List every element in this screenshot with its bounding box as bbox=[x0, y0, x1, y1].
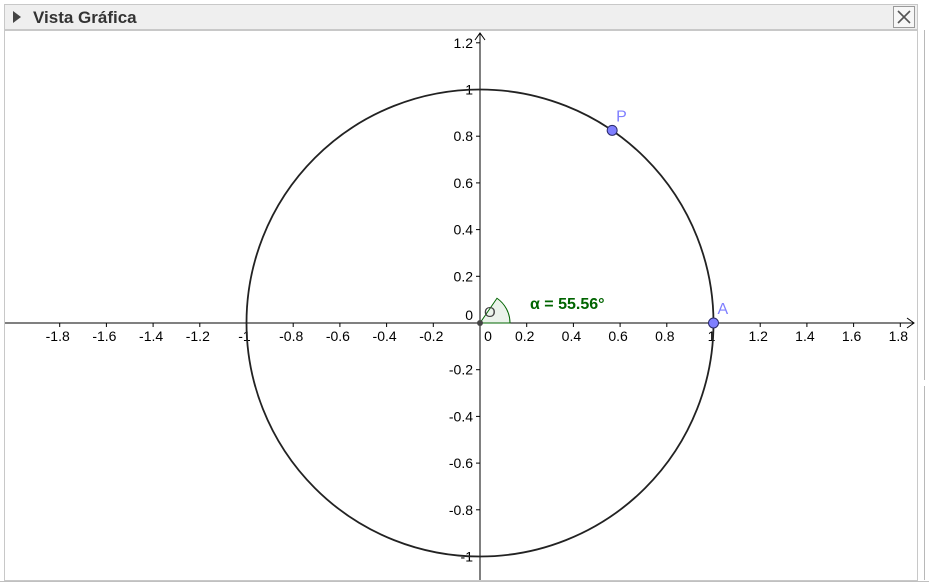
x-tick-label: -0.8 bbox=[279, 328, 303, 344]
x-tick-label: -1.6 bbox=[92, 328, 116, 344]
x-tick-label: -1.8 bbox=[46, 328, 70, 344]
y-tick-label: 1.2 bbox=[454, 35, 474, 51]
y-tick-label: -0.4 bbox=[449, 408, 473, 424]
x-tick-label: 0.2 bbox=[515, 328, 535, 344]
x-tick-label: 1.4 bbox=[795, 328, 815, 344]
bottom-border bbox=[0, 581, 929, 582]
close-icon bbox=[897, 10, 911, 24]
graphics-canvas[interactable]: -1.8 -1.6 -1.4 -1.2 -1 -0.8 -0.6 -0.4 -0.2 0 0.2 0.… bbox=[4, 30, 918, 581]
x-tick-label: -1.4 bbox=[139, 328, 163, 344]
y-tick-label: 0.8 bbox=[454, 128, 474, 144]
point-p[interactable] bbox=[606, 124, 618, 136]
y-tick-label: 0.2 bbox=[454, 268, 474, 284]
graphics-view-window: Vista Gráfica -1.8 -1.6 -1.4 -1.2 -1 -0.8 -0.6… bbox=[0, 0, 929, 585]
x-tick-label: 0.6 bbox=[608, 328, 628, 344]
y-tick-label: 0 bbox=[465, 307, 473, 323]
x-tick-label: 1.8 bbox=[889, 328, 909, 344]
view-title: Vista Gráfica bbox=[33, 8, 137, 27]
x-tick-label: 1 bbox=[708, 328, 716, 344]
x-tick-label: -1.2 bbox=[186, 328, 210, 344]
origin-point[interactable] bbox=[477, 320, 483, 326]
point-label-p: P bbox=[616, 108, 627, 125]
angle-label: α = 55.56° bbox=[530, 296, 605, 313]
x-tick-label: -1 bbox=[238, 328, 251, 344]
point-a[interactable] bbox=[708, 317, 719, 329]
collapse-arrow-icon[interactable] bbox=[13, 11, 21, 23]
splitter[interactable] bbox=[924, 30, 925, 380]
y-tick-label: -0.2 bbox=[449, 362, 473, 378]
point-label-a: A bbox=[718, 301, 729, 318]
y-tick-label: -0.8 bbox=[449, 502, 473, 518]
x-tick-label: -0.4 bbox=[373, 328, 397, 344]
origin-label: O bbox=[484, 304, 496, 321]
x-tick-label: 1.6 bbox=[842, 328, 862, 344]
splitter-lower[interactable] bbox=[924, 386, 925, 580]
y-tick-label: 0.4 bbox=[454, 222, 474, 238]
x-tick-label: -0.2 bbox=[419, 328, 443, 344]
y-tick-label: -0.6 bbox=[449, 455, 473, 471]
x-tick-label: 0.8 bbox=[655, 328, 675, 344]
x-tick-label: 1.2 bbox=[748, 328, 768, 344]
x-tick-label: 0 bbox=[484, 328, 492, 344]
close-view-button[interactable] bbox=[893, 6, 915, 28]
x-tick-label: -0.6 bbox=[326, 328, 350, 344]
view-titlebar: Vista Gráfica bbox=[4, 4, 918, 30]
y-tick-label: 0.6 bbox=[454, 175, 474, 191]
graph-plot[interactable]: -1.8 -1.6 -1.4 -1.2 -1 -0.8 -0.6 -0.4 -0.2 0 0.2 0.… bbox=[5, 31, 917, 580]
x-tick-label: 0.4 bbox=[562, 328, 582, 344]
